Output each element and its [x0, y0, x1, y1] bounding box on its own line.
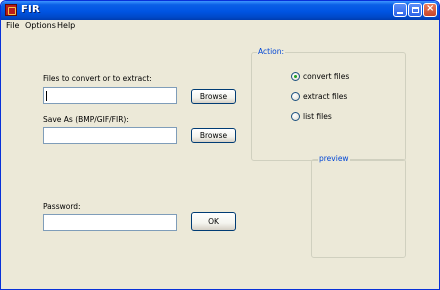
files-label: Files to convert or to extract:: [43, 74, 152, 83]
app-icon: [5, 4, 17, 16]
menu-bar: File Options Help: [1, 20, 439, 34]
menu-file[interactable]: File: [6, 21, 19, 30]
ok-button[interactable]: OK: [191, 212, 236, 231]
maximize-icon: [412, 7, 419, 13]
password-input[interactable]: [43, 214, 177, 231]
minimize-icon: [397, 12, 403, 14]
minimize-button[interactable]: [393, 3, 407, 17]
application-window: FIR × File Options Help Files to convert…: [0, 0, 440, 290]
radio-list-files-label[interactable]: list files: [303, 112, 332, 121]
close-icon: ×: [426, 3, 435, 14]
preview-group: preview: [311, 154, 406, 258]
saveas-label: Save As (BMP/GIF/FIR):: [43, 115, 129, 124]
text-caret: [46, 91, 47, 101]
radio-button[interactable]: [291, 112, 300, 121]
action-group: Action: convert files extract files list…: [251, 47, 406, 161]
files-input[interactable]: [43, 87, 177, 104]
radio-button-selected[interactable]: [291, 72, 300, 81]
window-title: FIR: [21, 4, 40, 15]
close-button[interactable]: ×: [423, 3, 437, 17]
saveas-input[interactable]: [43, 127, 177, 144]
saveas-browse-button[interactable]: Browse: [191, 128, 236, 143]
main-panel: Files to convert or to extract: Browse S…: [1, 34, 439, 289]
radio-convert-files-label[interactable]: convert files: [303, 72, 349, 81]
preview-group-title: preview: [318, 154, 350, 163]
action-group-title: Action:: [257, 47, 286, 56]
radio-extract-files-label[interactable]: extract files: [303, 92, 347, 101]
password-label: Password:: [43, 202, 81, 211]
maximize-button[interactable]: [408, 3, 422, 17]
files-browse-button[interactable]: Browse: [191, 89, 236, 104]
menu-options[interactable]: Options: [25, 21, 56, 30]
title-bar[interactable]: FIR ×: [1, 1, 439, 20]
radio-button[interactable]: [291, 92, 300, 101]
menu-help[interactable]: Help: [57, 21, 75, 30]
